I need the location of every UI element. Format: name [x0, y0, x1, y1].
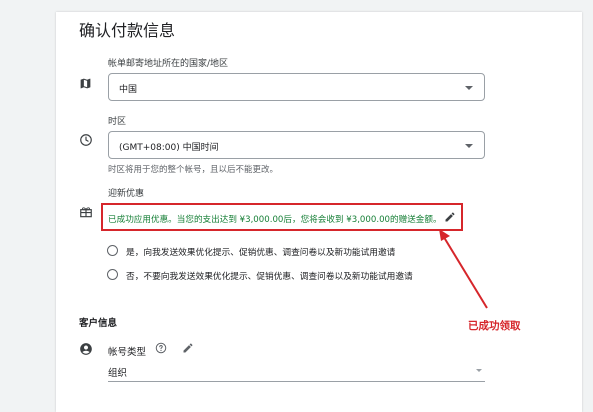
promo-success-message: 已成功应用优惠。当您的支出达到 ¥3,000.00后，您将会收到 ¥3,000.… — [108, 215, 442, 225]
timezone-helper-text: 时区将用于您的整个帐号，且以后不能更改。 — [108, 165, 279, 175]
account-type-underline — [108, 381, 485, 382]
gift-icon — [80, 207, 92, 218]
dropdown-arrow-icon — [465, 144, 473, 148]
timezone-value: (GMT+08:00) 中国时间 — [119, 143, 219, 153]
map-icon — [80, 78, 91, 89]
edit-pencil-icon[interactable] — [182, 342, 194, 354]
account-type-value[interactable]: 组织 — [108, 365, 127, 379]
account-circle-icon — [80, 343, 92, 355]
edit-pencil-icon[interactable] — [444, 211, 456, 223]
billing-country-value: 中国 — [119, 85, 138, 95]
billing-country-select[interactable]: 中国 — [108, 73, 485, 101]
timezone-label: 时区 — [108, 117, 127, 127]
customer-info-heading: 客户信息 — [79, 318, 118, 329]
timezone-select[interactable]: (GMT+08:00) 中国时间 — [108, 131, 485, 159]
annotation-label: 已成功领取 — [468, 320, 521, 332]
email-opt-in-yes-radio[interactable] — [107, 245, 118, 256]
billing-country-label: 帐单邮寄地址所在的国家/地区 — [108, 59, 229, 69]
promo-label: 迎新优惠 — [108, 189, 145, 199]
page-title: 确认付款信息 — [79, 21, 176, 40]
account-type-label: 帐号类型 — [108, 347, 147, 358]
dropdown-arrow-icon — [465, 86, 473, 90]
help-icon[interactable] — [155, 342, 167, 354]
email-opt-in-yes-label: 是，向我发送效果优化提示、促销优惠、调查问卷以及新功能试用邀请 — [126, 248, 396, 258]
email-opt-in-no-radio[interactable] — [107, 269, 118, 280]
annotation-arrow — [439, 229, 488, 309]
clock-icon — [80, 134, 92, 146]
email-opt-in-no-label: 否，不要向我发送效果优化提示、促销优惠、调查问卷以及新功能试用邀请 — [126, 272, 413, 282]
dropdown-arrow-icon[interactable] — [476, 369, 482, 372]
